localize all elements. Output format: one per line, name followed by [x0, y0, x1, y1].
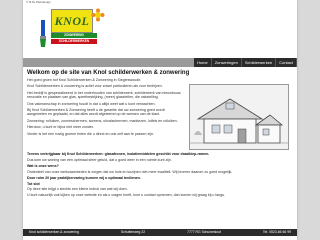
nav-spacer: [23, 58, 195, 67]
intro-paragraph: Ons vakmanschap in zonwering houdt in da…: [27, 101, 156, 106]
body-paragraph: U kunt natuurlijk ook kijken op onze web…: [27, 193, 225, 198]
body-paragraph: Onderdeel van onze werkzaamheden is zorg…: [27, 169, 233, 174]
body-heading: Wat is onze wens?: [27, 163, 59, 168]
logo-band-schilderwerken: SCHILDERWERKEN: [51, 39, 97, 44]
logo-brand-text: KNOL: [51, 9, 93, 33]
footer-company-name: Knol schilderwerken & zonwering: [29, 230, 79, 234]
footer: Knol schilderwerken & zonwering Schutten…: [23, 229, 297, 236]
logo[interactable]: KNOL ZONWERING SCHILDERWERKEN: [33, 6, 105, 54]
footer-phone: Tel. 0523-66 66 99: [262, 230, 291, 234]
intro-paragraph: Verder is het een rustig groene tinten d…: [27, 131, 154, 136]
body-paragraph: Op deze site krijgt u slechts een kleine…: [27, 187, 128, 192]
intro-text: Het goed groen hof Knol Schilderwerken &…: [27, 78, 185, 136]
intro-paragraph: Knol Schilderwerken & zonwering is actie…: [27, 84, 163, 89]
intro-paragraph: Het bedrijf is gespecialiseerd in het on…: [27, 90, 182, 100]
body-paragraph: Tevens verkrijgbaar bij Knol Schilderwer…: [27, 152, 210, 156]
nav-item-schilderwerken[interactable]: Schilderwerken: [241, 58, 277, 67]
intro-paragraph: Zonwering: rolluiken, zonneschermen, scr…: [27, 118, 178, 123]
intro-paragraph: Het goed groen hof Knol Schilderwerken &…: [27, 78, 142, 82]
nav-item-zonweringen[interactable]: Zonweringen: [211, 58, 242, 67]
footer-address: Schuttenweg 22: [120, 230, 146, 234]
page-title: Welkom op de site van Knol schilderwerke…: [27, 70, 190, 76]
intro-paragraph: Bij Knol Schilderwerken & Zonwering heef…: [27, 108, 165, 117]
body-heading: Tot slot: [27, 181, 40, 186]
page: © RJG Webdesign KNOL ZONWERING SCHILDERW…: [23, 0, 297, 240]
secondary-text: Tevens verkrijgbaar bij Knol Schilderwer…: [27, 152, 293, 199]
logo-band-zonwering: ZONWERING: [51, 33, 97, 38]
nav-item-contact[interactable]: Contact: [276, 58, 297, 67]
intro-paragraph: Hierdoor, u kunt er bijna niet meer zond…: [27, 125, 94, 130]
body-paragraph: Door ruim 20 jaar praktijkervaring kunne…: [27, 175, 141, 180]
body-paragraph: Dus kom uw woning van een optimaal sfeer…: [27, 157, 172, 162]
house-sketch-image: [189, 84, 289, 150]
nav-item-home[interactable]: Home: [194, 58, 212, 67]
paintbrush-icon: [40, 20, 46, 47]
footer-city: 7777 RG Schuinesloot: [187, 230, 221, 234]
flower-icon: [91, 8, 105, 22]
copyright-text: © RJG Webdesign: [26, 0, 51, 4]
main-nav: Home Zonweringen Schilderwerken Contact: [23, 58, 297, 67]
